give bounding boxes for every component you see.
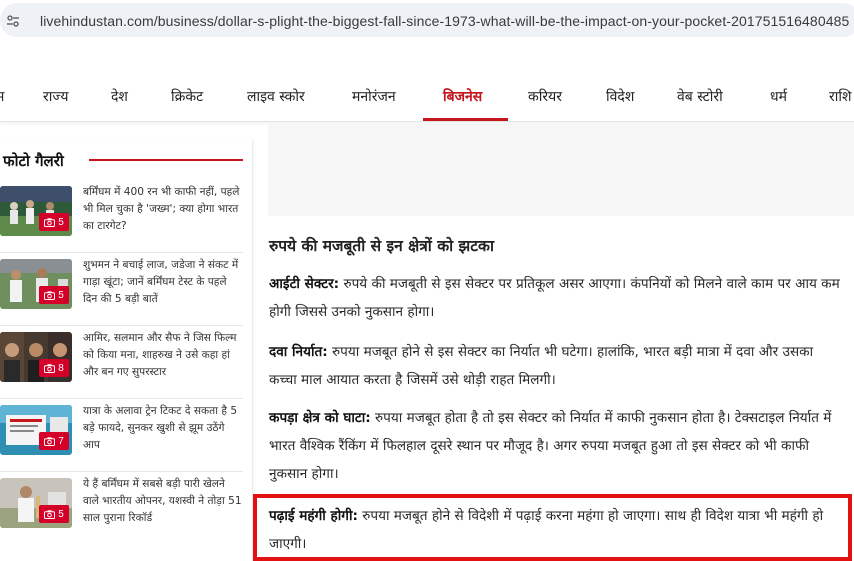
nav-item-world[interactable]: विदेश	[606, 87, 634, 106]
nav-item-partial[interactable]: म	[0, 87, 4, 106]
gallery-item-text[interactable]: बर्मिंघम में 400 रन भी काफी नहीं, पहले भ…	[83, 184, 243, 235]
photo-count-badge: 5	[39, 505, 69, 523]
ad-placeholder	[268, 122, 854, 216]
photo-count: 8	[58, 362, 64, 374]
camera-icon	[44, 217, 56, 227]
gallery-item-text[interactable]: आमिर, सलमान और सैफ ने जिस फिल्म को किया …	[83, 330, 243, 381]
site-info-icon[interactable]	[6, 14, 20, 28]
nav-item-horoscope[interactable]: राशि	[829, 87, 852, 106]
photo-gallery-sidebar: फोटो गैलरी 5 बर्मिंघम में 400 रन भी काफी…	[0, 140, 253, 561]
gallery-title-rule	[89, 159, 243, 161]
gallery-item[interactable]: 5 बर्मिंघम में 400 रन भी काफी नहीं, पहले…	[0, 180, 243, 253]
gallery-item-text[interactable]: यात्रा के अलावा ट्रेन टिकट दे सकता है 5 …	[83, 403, 243, 454]
photo-count-badge: 7	[39, 432, 69, 450]
nav-item-web-story[interactable]: वेब स्टोरी	[677, 87, 723, 106]
article-subheading: रुपये की मजबूती से इन क्षेत्रों को झटका	[269, 237, 494, 255]
gallery-title: फोटो गैलरी	[3, 152, 64, 170]
photo-count: 5	[58, 289, 64, 301]
nav-item-cricket[interactable]: क्रिकेट	[171, 87, 203, 106]
paragraph-text: रुपये की मजबूती से इस सेक्टर पर प्रतिकूल…	[269, 276, 840, 320]
nav-item-states[interactable]: राज्य	[43, 87, 68, 106]
gallery-item[interactable]: 5 शुभमन ने बचाई लाज, जडेजा ने संकट में ग…	[0, 253, 243, 326]
nav-item-religion[interactable]: धर्म	[770, 87, 787, 106]
url-field[interactable]: livehindustan.com/business/dollar-s-plig…	[0, 3, 854, 37]
photo-count: 7	[58, 435, 64, 447]
photo-count: 5	[58, 216, 64, 228]
gallery-item[interactable]: 8 आमिर, सलमान और सैफ ने जिस फिल्म को किय…	[0, 326, 243, 399]
photo-count-badge: 5	[39, 286, 69, 304]
nav-item-career[interactable]: करियर	[528, 87, 562, 106]
camera-icon	[44, 363, 56, 373]
paragraph-label: दवा निर्यात:	[269, 344, 328, 360]
photo-count-badge: 5	[39, 213, 69, 231]
paragraph-text: रुपया मजबूत होने से इस सेक्टर का निर्यात…	[269, 344, 814, 388]
nav-item-country[interactable]: देश	[111, 87, 128, 106]
gallery-item-text[interactable]: शुभमन ने बचाई लाज, जडेजा ने संकट में गाड…	[83, 257, 243, 308]
gallery-item[interactable]: 5 ये हैं बर्मिंघम में सबसे बड़ी पारी खेल…	[0, 472, 243, 545]
photo-count-badge: 8	[39, 359, 69, 377]
paragraph-label: आईटी सेक्टर:	[269, 276, 340, 292]
gallery-item[interactable]: 7 यात्रा के अलावा ट्रेन टिकट दे सकता है …	[0, 399, 243, 472]
paragraph-label: कपड़ा क्षेत्र को घाटा:	[269, 410, 371, 426]
article-paragraph-pharma: दवा निर्यात: रुपया मजबूत होने से इस सेक्…	[269, 338, 841, 394]
active-tab-indicator	[423, 118, 508, 121]
url-text[interactable]: livehindustan.com/business/dollar-s-plig…	[40, 13, 849, 29]
camera-icon	[44, 509, 56, 519]
camera-icon	[44, 290, 56, 300]
photo-count: 5	[58, 508, 64, 520]
gallery-item-text[interactable]: ये हैं बर्मिंघम में सबसे बड़ी पारी खेलने…	[83, 476, 243, 527]
camera-icon	[44, 436, 56, 446]
nav-item-live-score[interactable]: लाइव स्कोर	[247, 87, 305, 106]
article-paragraph-it: आईटी सेक्टर: रुपये की मजबूती से इस सेक्ट…	[269, 270, 841, 326]
nav-item-entertainment[interactable]: मनोरंजन	[352, 87, 396, 106]
highlight-annotation-box	[253, 494, 852, 561]
nav-item-business[interactable]: बिजनेस	[443, 87, 482, 106]
browser-address-bar: livehindustan.com/business/dollar-s-plig…	[0, 0, 854, 40]
section-nav: म राज्य देश क्रिकेट लाइव स्कोर मनोरंजन ब…	[0, 78, 854, 122]
article-paragraph-textile: कपड़ा क्षेत्र को घाटा: रुपया मजबूत होता …	[269, 404, 841, 488]
